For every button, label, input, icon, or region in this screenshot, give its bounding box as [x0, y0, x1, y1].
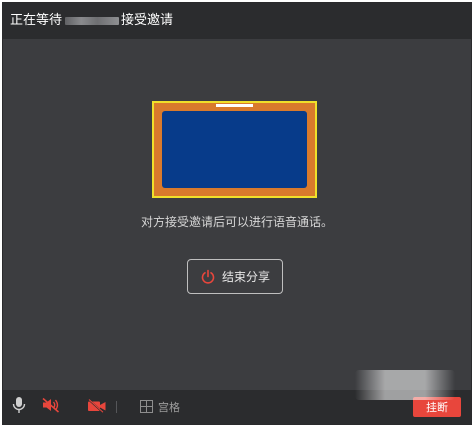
preview-screen [162, 111, 307, 188]
end-share-label: 结束分享 [221, 270, 270, 284]
invite-caption: 对方接受邀请后可以进行语音通话。 [140, 215, 333, 229]
title-prefix: 正在等待 [10, 13, 63, 28]
title-bar: 正在等待 接受邀请 [3, 3, 471, 39]
power-icon [200, 269, 216, 285]
toolbar-divider [116, 401, 117, 413]
grid-layout-label: 宫格 [158, 401, 180, 414]
camera-off-icon [87, 398, 107, 417]
title-suffix: 接受邀请 [121, 13, 174, 28]
preview-indicator-bar [216, 104, 253, 107]
screen-share-preview [152, 101, 317, 198]
redacted-contact-name [65, 17, 119, 25]
camera-button[interactable] [85, 390, 109, 424]
watermark-overlay [355, 370, 455, 400]
speaker-button[interactable] [39, 390, 63, 424]
speaker-muted-icon [41, 397, 61, 417]
microphone-icon [12, 396, 26, 418]
hangup-button[interactable]: 挂断 [413, 397, 461, 417]
call-window: 正在等待 接受邀请 对方接受邀请后可以进行语音通话。 结束分享 宫格 挂断 [2, 2, 472, 425]
microphone-button[interactable] [9, 390, 29, 424]
end-share-button[interactable]: 结束分享 [187, 259, 283, 294]
grid-icon [140, 398, 153, 417]
grid-layout-button[interactable]: 宫格 [135, 390, 185, 424]
